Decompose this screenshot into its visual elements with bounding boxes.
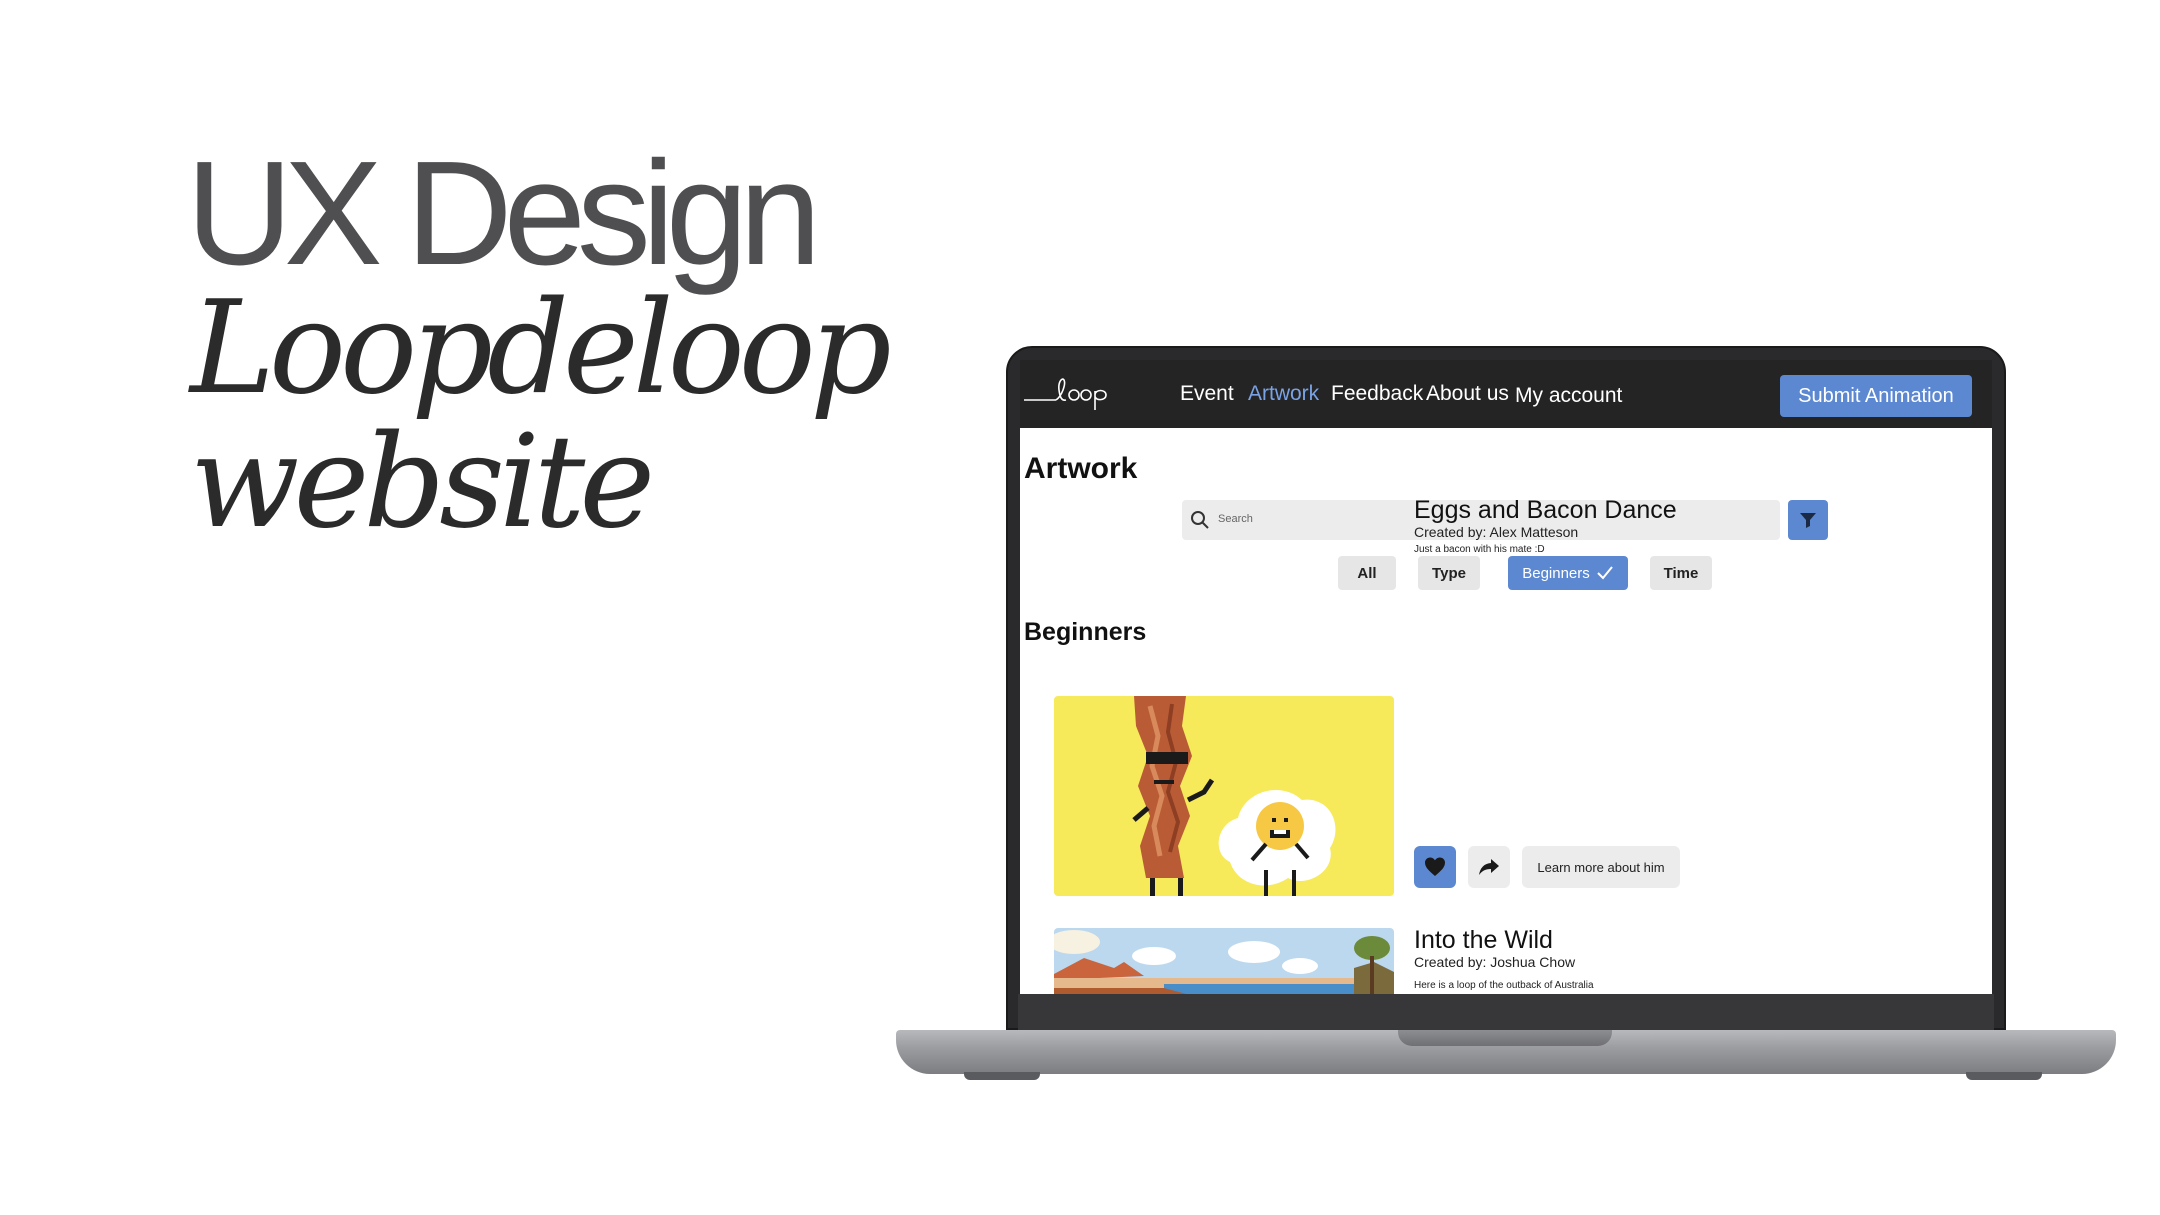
search-icon	[1191, 511, 1209, 529]
headline-ux-design: UX Design	[186, 131, 821, 296]
nav-my-account[interactable]: My account	[1515, 384, 1622, 408]
filter-chip-beginners[interactable]: Beginners	[1508, 556, 1628, 590]
card-title-text: Into the Wild	[1414, 926, 1553, 954]
submit-animation-button[interactable]: Submit Animation	[1780, 375, 1972, 417]
card-description: Here is a loop of the outback of Austral…	[1414, 980, 1594, 991]
like-button[interactable]	[1414, 846, 1456, 888]
card-title[interactable]: Eggs and Bacon Dance	[1414, 496, 1677, 525]
bacon-egg-illustration	[1054, 696, 1394, 896]
loop-logo-icon[interactable]	[1022, 374, 1112, 414]
laptop-foot-right	[1966, 1072, 2042, 1080]
filter-chip-label: All	[1357, 564, 1377, 582]
filter-chip-label: Beginners	[1522, 564, 1590, 582]
section-title: Beginners	[1024, 618, 1147, 646]
filter-chip-label: Type	[1432, 564, 1466, 582]
funnel-icon	[1800, 513, 1816, 528]
filter-button[interactable]	[1788, 500, 1828, 540]
checkmark-icon	[1597, 566, 1613, 580]
card-author: Created by: Joshua Chow	[1414, 954, 1576, 970]
card-description: Just a bacon with his mate :D	[1414, 544, 1545, 555]
laptop-chin	[1018, 994, 1994, 1030]
page-title: Artwork	[1024, 452, 1138, 485]
heart-icon	[1425, 857, 1445, 876]
share-button[interactable]	[1468, 846, 1510, 888]
card-thumbnail-into-the-wild[interactable]	[1054, 928, 1394, 994]
navbar: Event Artwork Feedback About us My accou…	[1020, 360, 1992, 428]
card-thumbnail-eggs-bacon[interactable]	[1054, 696, 1394, 896]
search-placeholder: Search	[1218, 513, 1253, 525]
card-author: Created by: Alex Matteson	[1414, 524, 1579, 540]
nav-artwork[interactable]: Artwork	[1248, 382, 1319, 406]
nav-about-us[interactable]: About us	[1426, 382, 1509, 406]
headline-project-line2: website	[190, 408, 655, 557]
card-title[interactable]: Into the Wild	[1414, 926, 1553, 955]
share-arrow-icon	[1479, 859, 1499, 875]
filter-chip-time[interactable]: Time	[1650, 556, 1712, 590]
filter-chip-all[interactable]: All	[1338, 556, 1396, 590]
laptop-screen: Event Artwork Feedback About us My accou…	[1020, 360, 1992, 994]
laptop-foot-left	[964, 1072, 1040, 1080]
filter-chip-type[interactable]: Type	[1418, 556, 1480, 590]
nav-feedback[interactable]: Feedback	[1331, 382, 1423, 406]
outback-landscape-illustration	[1054, 928, 1394, 994]
filter-chip-label: Time	[1663, 564, 1699, 582]
headline-project-name: Loopdeloop website	[190, 274, 892, 557]
headline-project-line1: Loopdeloop	[190, 274, 892, 423]
nav-event[interactable]: Event	[1180, 382, 1234, 406]
card-title-text: Eggs and Bacon Dance	[1414, 496, 1677, 524]
laptop-notch	[1398, 1030, 1612, 1046]
learn-more-button[interactable]: Learn more about him	[1522, 846, 1680, 888]
